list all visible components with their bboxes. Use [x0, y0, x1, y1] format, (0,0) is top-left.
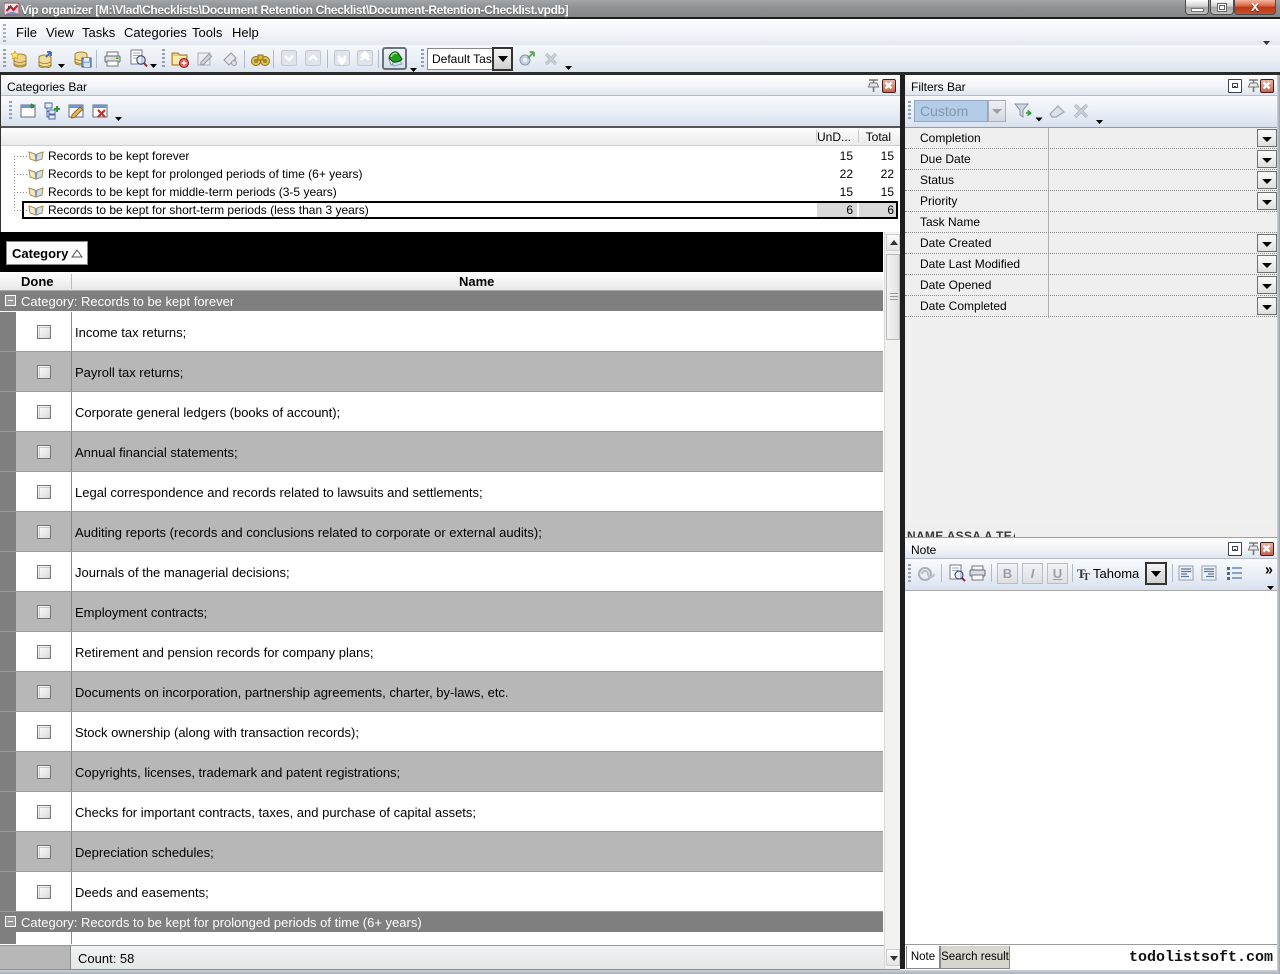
svg-text:T: T [1083, 572, 1090, 582]
